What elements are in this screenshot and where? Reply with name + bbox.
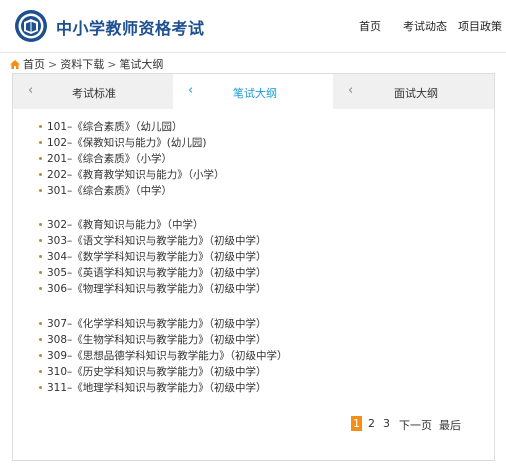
bullet-icon xyxy=(39,157,42,160)
chevron-left-icon: ‹ xyxy=(348,83,354,98)
site-header: 中小学教师资格考试 首页 考试动态 项目政策 xyxy=(0,0,506,53)
last-page-button[interactable]: 最后 xyxy=(439,417,461,433)
bullet-icon xyxy=(39,370,42,373)
breadcrumb-home[interactable]: 首页 xyxy=(23,58,45,71)
bullet-icon xyxy=(39,173,42,176)
tab-interview-syllabus[interactable]: ‹ 面试大纲 xyxy=(333,74,494,109)
bullet-icon xyxy=(39,189,42,192)
nav-item-home[interactable]: 首页 xyxy=(359,18,381,34)
list-item[interactable]: 305–《英语学科知识与教学能力》（初级中学） xyxy=(39,265,267,280)
bullet-icon xyxy=(39,338,42,341)
nav-item-exam-news[interactable]: 考试动态 xyxy=(403,18,447,34)
bullet-icon xyxy=(39,141,42,144)
list-item[interactable]: 201–《综合素质》（小学） xyxy=(39,151,172,166)
breadcrumb-downloads[interactable]: 资料下载 xyxy=(60,58,104,71)
list-item[interactable]: 102–《保教知识与能力》(幼儿园) xyxy=(39,135,206,150)
breadcrumb-separator: > xyxy=(107,58,117,71)
list-item[interactable]: 101–《综合素质》（幼儿园） xyxy=(39,119,183,134)
bullet-icon xyxy=(39,239,42,242)
list-item[interactable]: 307–《化学学科知识与教学能力》（初级中学） xyxy=(39,316,267,331)
page-2-button[interactable]: 2 xyxy=(368,417,375,430)
next-page-button[interactable]: 下一页 xyxy=(399,417,432,433)
list-item[interactable]: 301–《综合素质》（中学） xyxy=(39,183,172,198)
list-item[interactable]: 306–《物理学科知识与教学能力》（初级中学） xyxy=(39,281,267,296)
bullet-icon xyxy=(39,223,42,226)
bullet-icon xyxy=(39,386,42,389)
tab-written-syllabus[interactable]: ‹ 笔试大纲 xyxy=(173,74,333,109)
nav-item-policy[interactable]: 项目政策 xyxy=(458,18,502,34)
page-1-button[interactable]: 1 xyxy=(351,416,362,431)
bullet-icon xyxy=(39,322,42,325)
list-item[interactable]: 310–《历史学科知识与教学能力》（初级中学） xyxy=(39,364,267,379)
tab-exam-standards[interactable]: ‹ 考试标准 xyxy=(13,74,173,109)
page-3-button[interactable]: 3 xyxy=(383,417,390,430)
tab-label: 笔试大纲 xyxy=(233,87,277,100)
list-item[interactable]: 303–《语文学科知识与教学能力》（初级中学） xyxy=(39,233,267,248)
bullet-icon xyxy=(39,255,42,258)
list-item[interactable]: 308–《生物学科知识与教学能力》（初级中学） xyxy=(39,332,267,347)
breadcrumb-current: 笔试大纲 xyxy=(119,58,164,71)
breadcrumb-separator: > xyxy=(48,58,58,71)
breadcrumb: 首页 > 资料下载 > 笔试大纲 xyxy=(10,56,163,72)
chevron-left-icon: ‹ xyxy=(188,83,194,98)
bullet-icon xyxy=(39,125,42,128)
list-item[interactable]: 202–《教育教学知识与能力》（小学） xyxy=(39,167,225,182)
bullet-icon xyxy=(39,354,42,357)
site-title[interactable]: 中小学教师资格考试 xyxy=(56,15,205,39)
site-logo-icon[interactable] xyxy=(14,9,48,43)
tab-label: 考试标准 xyxy=(72,87,116,100)
list-item[interactable]: 304–《数学学科知识与教学能力》（初级中学） xyxy=(39,249,267,264)
chevron-left-icon: ‹ xyxy=(28,83,34,98)
bullet-icon xyxy=(39,287,42,290)
tab-bar: ‹ 考试标准 ‹ 笔试大纲 ‹ 面试大纲 xyxy=(13,74,494,109)
bullet-icon xyxy=(39,271,42,274)
tab-label: 面试大纲 xyxy=(394,87,438,100)
list-item[interactable]: 302–《教育知识与能力》（中学） xyxy=(39,217,204,232)
list-item[interactable]: 309–《思想品德学科知识与教学能力》（初级中学） xyxy=(39,348,288,363)
home-icon xyxy=(10,60,20,69)
content-panel: ‹ 考试标准 ‹ 笔试大纲 ‹ 面试大纲 101–《综合素质》（幼儿园） 102… xyxy=(12,73,495,461)
list-item[interactable]: 311–《地理学科知识与教学能力》（初级中学） xyxy=(39,380,267,395)
